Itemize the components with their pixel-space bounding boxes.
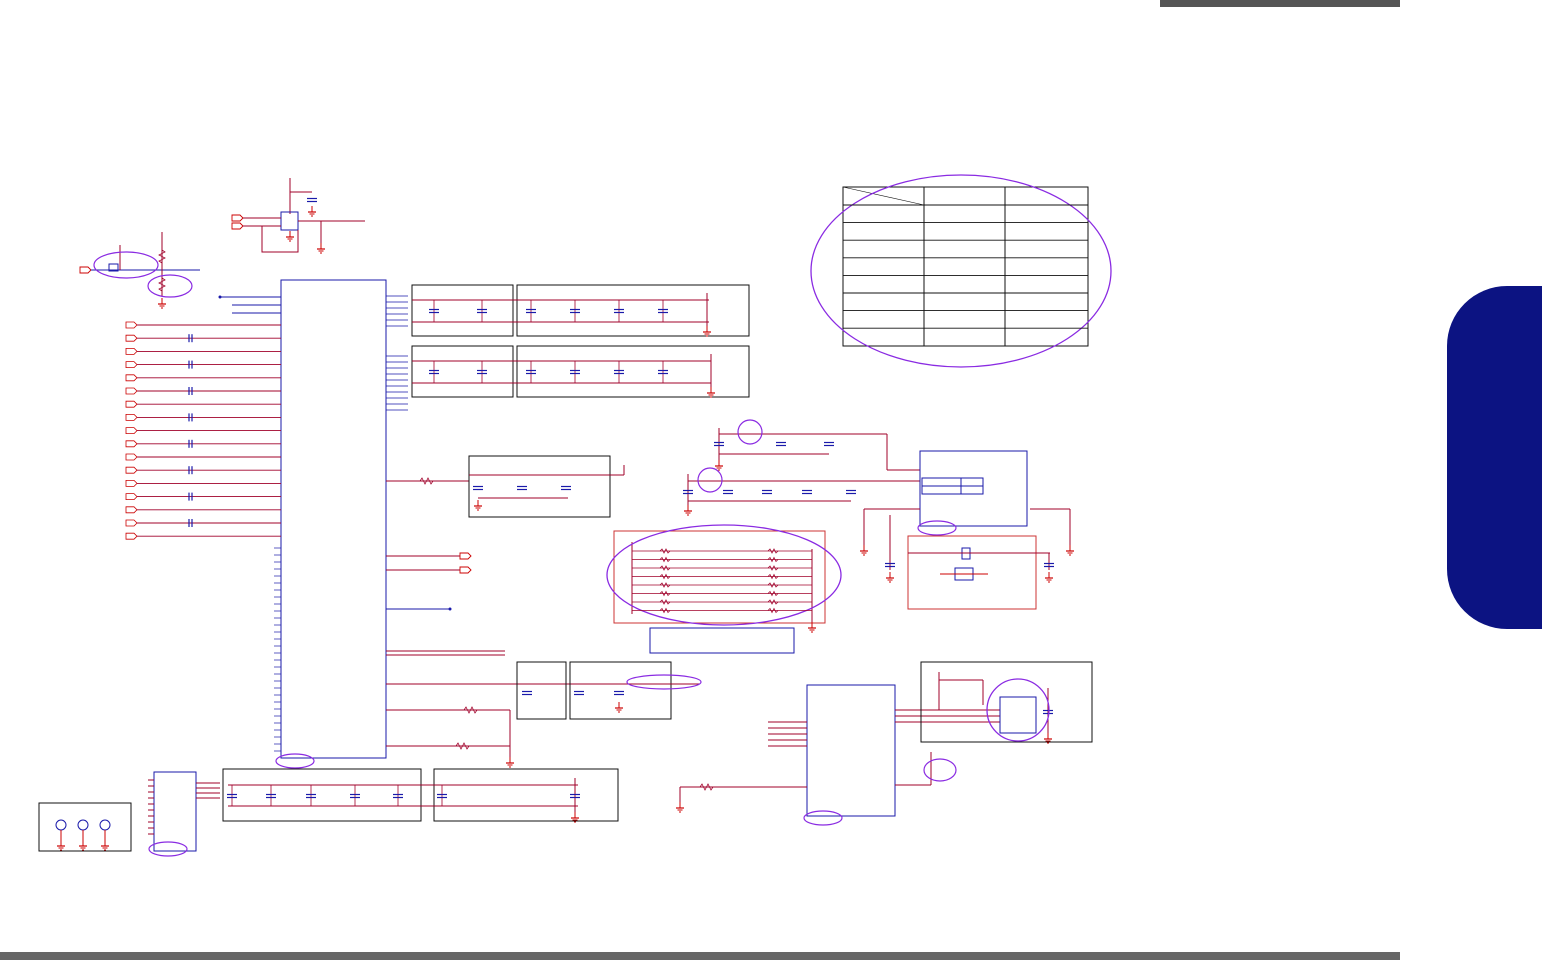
resistor-lines [632, 548, 812, 614]
signal-port [125, 480, 138, 487]
schematic-diagram [38, 174, 1112, 857]
transistor-circuit [231, 178, 365, 254]
signal-port [125, 532, 138, 540]
signal-port [125, 519, 138, 527]
connector [148, 771, 220, 857]
signal-port [125, 400, 138, 408]
main-ic [218, 279, 387, 769]
signal-port [125, 348, 138, 355]
reset-circuit [79, 232, 200, 309]
mounting-holes-box [38, 802, 132, 852]
table-row-lines [843, 204, 1088, 329]
configuration-table [810, 174, 1112, 368]
mid-capacitor-box [468, 455, 625, 518]
signal-port [125, 387, 138, 395]
capacitor-row-top [429, 300, 668, 383]
signal-port [125, 506, 138, 514]
decoupling-capacitors-top [411, 284, 750, 398]
signal-port [125, 466, 138, 474]
signal-port [125, 440, 138, 448]
signal-port [125, 493, 138, 500]
ic-right-pins [274, 547, 281, 752]
lower-right-ic [675, 684, 1000, 826]
signal-port [125, 453, 138, 461]
signal-port [125, 374, 138, 382]
signal-port [125, 427, 138, 434]
left-signal-lines [125, 321, 281, 540]
signal-port [125, 361, 138, 368]
decoupling-capacitors-bottom [222, 768, 619, 823]
small-capacitor-boxes [516, 661, 702, 720]
signal-port [125, 321, 138, 329]
signal-port [125, 334, 138, 342]
signal-port [125, 414, 138, 421]
resistor-array [606, 524, 842, 654]
clock-block [682, 419, 1075, 610]
eeprom-box [920, 661, 1093, 744]
capacitor-row-bottom [227, 785, 580, 806]
